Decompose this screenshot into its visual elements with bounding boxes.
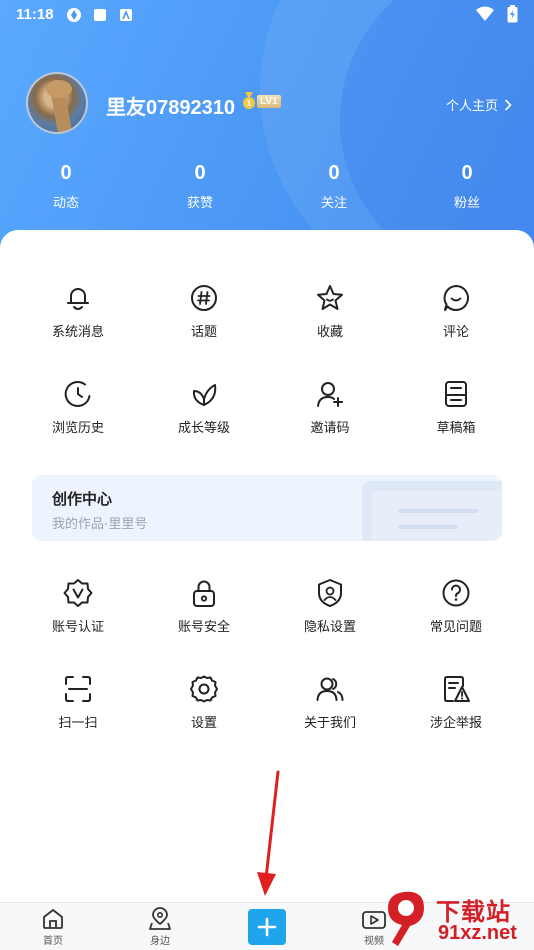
menu-topics[interactable]: 话题	[149, 283, 259, 353]
clock-icon	[64, 381, 91, 407]
menu-label: 系统消息	[51, 324, 104, 339]
creator-center-card[interactable]: 创作中心 我的作品·里里号	[32, 475, 502, 541]
watermark-logo	[388, 891, 424, 946]
profile-row[interactable]: 里友07892310 1 LV1 个人主页	[26, 72, 516, 134]
people-icon	[316, 677, 344, 701]
tab-label: 身边	[150, 936, 170, 947]
tab-nearby[interactable]: 身边	[130, 907, 190, 947]
menu-growth-level[interactable]: 成长等级	[149, 379, 259, 449]
leaf-icon	[192, 384, 217, 406]
menu-invite-code[interactable]: 邀请码	[275, 379, 385, 449]
creator-card-decoration	[362, 481, 502, 541]
stat-value: 0	[194, 162, 206, 184]
menu-label: 草稿箱	[436, 420, 476, 435]
medal-icon: 1	[243, 92, 255, 109]
stat-value: 0	[60, 162, 72, 184]
site-watermark: 下载站 91xz.net	[384, 888, 534, 950]
question-icon	[442, 579, 470, 607]
add-user-icon	[317, 382, 343, 407]
menu-label: 涉企举报	[429, 715, 482, 730]
status-time: 11:18	[16, 6, 54, 23]
menu-label: 扫一扫	[58, 715, 98, 730]
gear-icon	[190, 675, 218, 703]
watermark-url: 91xz.net	[438, 922, 517, 944]
battery-icon	[507, 5, 518, 23]
menu-account-verification[interactable]: 账号认证	[23, 578, 133, 648]
profile-header: 11:18 里友07892310 1 LV1 个人主页 0 动态 0 获赞 0 …	[0, 0, 534, 260]
comment-icon	[443, 285, 469, 311]
svg-text:1: 1	[246, 99, 252, 108]
notification-icon	[94, 9, 106, 21]
stat-following[interactable]: 0 关注	[294, 160, 374, 211]
lock-icon	[193, 580, 215, 607]
status-bar: 11:18	[0, 0, 534, 30]
menu-label: 设置	[190, 715, 217, 730]
menu-privacy-settings[interactable]: 隐私设置	[275, 578, 385, 648]
menu-drafts[interactable]: 草稿箱	[401, 379, 511, 449]
hashtag-icon	[191, 285, 217, 311]
username: 里友07892310	[106, 97, 235, 119]
menu-label: 浏览历史	[51, 420, 104, 435]
menu-label: 常见问题	[429, 619, 482, 634]
verified-badge-icon	[63, 579, 93, 607]
stat-posts[interactable]: 0 动态	[26, 160, 106, 211]
chevron-right-icon	[504, 98, 512, 111]
menu-comments[interactable]: 评论	[401, 283, 511, 353]
report-icon	[444, 676, 470, 702]
location-icon	[149, 907, 171, 930]
plus-icon	[257, 917, 277, 937]
menu-label: 账号认证	[51, 619, 104, 634]
menu-label: 收藏	[316, 324, 343, 339]
tab-home[interactable]: 首页	[23, 907, 83, 947]
app-icon	[120, 9, 132, 21]
personal-homepage-link[interactable]: 个人主页	[446, 95, 512, 114]
menu-scan[interactable]: 扫一扫	[23, 674, 133, 744]
star-icon	[317, 285, 343, 310]
stat-followers[interactable]: 0 粉丝	[427, 160, 507, 211]
menu-about-us[interactable]: 关于我们	[275, 674, 385, 744]
stat-label: 获赞	[186, 195, 213, 210]
menu-account-security[interactable]: 账号安全	[149, 578, 259, 648]
menu-label: 关于我们	[303, 715, 356, 730]
menu-label: 评论	[442, 324, 469, 339]
privacy-shield-icon	[318, 579, 342, 607]
menu-favorites[interactable]: 收藏	[275, 283, 385, 353]
scan-icon	[65, 676, 91, 702]
menu-enterprise-report[interactable]: 涉企举报	[401, 674, 511, 744]
menu-settings[interactable]: 设置	[149, 674, 259, 744]
stat-likes[interactable]: 0 获赞	[160, 160, 240, 211]
menu-label: 成长等级	[177, 420, 230, 435]
menu-faq[interactable]: 常见问题	[401, 578, 511, 648]
menu-browsing-history[interactable]: 浏览历史	[23, 379, 133, 449]
level-badge[interactable]: 1 LV1	[242, 92, 281, 110]
sync-icon	[67, 8, 81, 22]
drafts-icon	[445, 381, 467, 407]
avatar[interactable]	[26, 72, 88, 134]
stat-label: 关注	[320, 195, 347, 210]
tab-label: 首页	[43, 936, 63, 947]
bell-icon	[67, 288, 89, 310]
stat-label: 粉丝	[453, 195, 480, 210]
stat-value: 0	[461, 162, 473, 184]
publish-button[interactable]	[248, 909, 286, 945]
home-icon	[43, 909, 63, 929]
menu-system-messages[interactable]: 系统消息	[23, 283, 133, 353]
creator-center-subtitle: 我的作品·里里号	[52, 516, 148, 531]
stats-row: 0 动态 0 获赞 0 关注 0 粉丝	[0, 160, 534, 215]
level-text: LV1	[257, 94, 281, 108]
homepage-label: 个人主页	[445, 98, 498, 113]
menu-label: 账号安全	[177, 619, 230, 634]
menu-label: 话题	[190, 324, 217, 339]
stat-label: 动态	[52, 195, 79, 210]
menu-label: 隐私设置	[303, 619, 356, 634]
stat-value: 0	[328, 162, 340, 184]
creator-center-title: 创作中心	[52, 491, 113, 508]
menu-label: 邀请码	[310, 420, 350, 435]
wifi-icon	[476, 6, 494, 21]
